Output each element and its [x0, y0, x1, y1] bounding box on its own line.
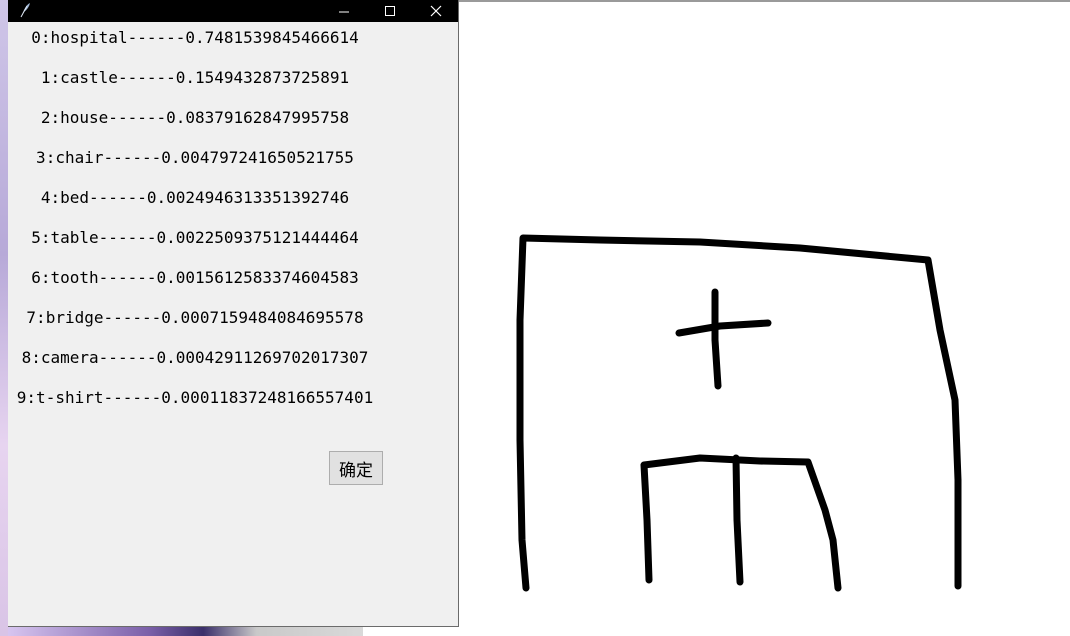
maximize-button[interactable] [367, 0, 413, 22]
close-icon [430, 5, 442, 17]
window-titlebar[interactable] [8, 0, 458, 22]
maximize-icon [385, 6, 395, 16]
prediction-label: 2:house------0.08379162847995758 [40, 108, 350, 127]
confirm-button[interactable]: 确定 [329, 451, 383, 485]
prediction-label: 5:table------0.0022509375121444464 [31, 228, 359, 247]
prediction-label: 8:camera------0.00042911269702017307 [21, 348, 369, 367]
prediction-window: 0:hospital------0.7481539845466614 1:cas… [8, 0, 459, 627]
close-button[interactable] [413, 0, 459, 22]
prediction-label: 0:hospital------0.7481539845466614 [31, 28, 359, 47]
feather-icon [20, 3, 30, 18]
stroke-cross-horizontal [675, 319, 772, 337]
prediction-label: 1:castle------0.1549432873725891 [40, 68, 350, 87]
prediction-label: 9:t-shirt------0.00011837248166557401 [16, 388, 374, 407]
prediction-label: 3:chair------0.004797241650521755 [36, 148, 354, 167]
stroke-door-divider [732, 454, 744, 586]
stroke-cross-vertical [711, 288, 722, 390]
minimize-icon [339, 11, 349, 13]
prediction-label: 7:bridge------0.0007159484084695578 [26, 308, 364, 327]
prediction-label: 4:bed------0.0024946313351392746 [40, 188, 350, 207]
minimize-button[interactable] [321, 0, 367, 22]
prediction-label: 6:tooth------0.0015612583374604583 [31, 268, 359, 287]
